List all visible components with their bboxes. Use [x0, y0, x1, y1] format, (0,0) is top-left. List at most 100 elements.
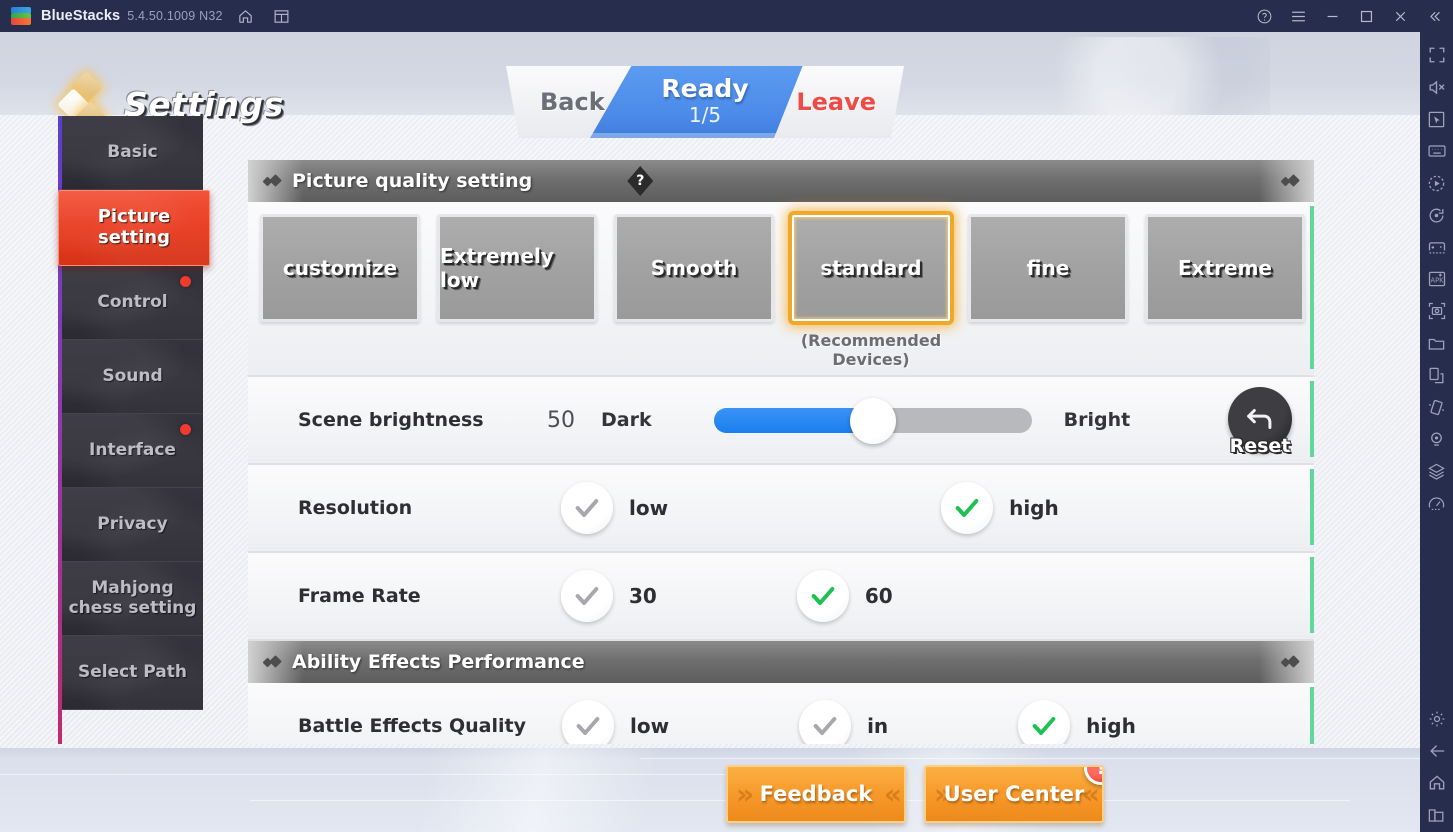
section-header-ability-effects: Ability Effects Performance — [248, 641, 1314, 683]
game-viewport: Settings Back Ready 1/5 Leave Basic Pict… — [0, 32, 1420, 832]
user-center-button[interactable]: » User Center « ! — [924, 765, 1104, 823]
settings-nav: Basic Picture setting Control Sound Inte… — [58, 116, 210, 744]
checkbox-unchecked-icon[interactable] — [561, 570, 613, 622]
chevron-right-icon: » — [736, 777, 754, 811]
footer-buttons: » Feedback « » User Center « ! — [726, 765, 1104, 823]
macro-icon[interactable] — [1423, 168, 1451, 198]
notification-dot — [180, 276, 191, 287]
sidebar-item-sound[interactable]: Sound — [62, 340, 203, 414]
nav-label: Interface — [89, 439, 176, 460]
preset-extreme[interactable]: Extreme — [1145, 214, 1305, 322]
help-icon[interactable] — [1251, 3, 1277, 29]
scene-brightness-row: Scene brightness 50 Dark Bright Reset — [248, 377, 1314, 465]
brightness-min-label: Dark — [601, 409, 652, 431]
battle-effects-quality-label: Battle Effects Quality — [298, 715, 526, 737]
user-center-button-label: User Center — [943, 782, 1085, 806]
multi-instance-icon[interactable] — [1423, 360, 1451, 390]
fullscreen-icon[interactable] — [1423, 40, 1451, 70]
resolution-row: Resolution low high — [248, 465, 1314, 553]
settings-panel: Picture quality setting ? customize Extr… — [248, 160, 1314, 744]
battle-effects-option-low[interactable]: low — [562, 700, 669, 744]
option-label: 30 — [629, 584, 657, 608]
bluestacks-logo-icon — [10, 5, 32, 27]
multi-instance-icon[interactable] — [269, 3, 295, 29]
resolution-option-high[interactable]: high — [941, 482, 1059, 534]
preset-standard-note: (Recommended Devices) — [800, 331, 942, 370]
recents-icon[interactable] — [1423, 800, 1451, 830]
sidebar-item-privacy[interactable]: Privacy — [62, 488, 203, 562]
checkbox-unchecked-icon[interactable] — [562, 700, 614, 744]
slider-knob[interactable] — [849, 398, 896, 444]
app-version: 5.4.50.1009 N32 — [127, 9, 223, 23]
game-bottom-backdrop — [0, 748, 1420, 832]
screenshot-icon[interactable] — [1423, 296, 1451, 326]
pointer-icon[interactable] — [1423, 104, 1451, 134]
frame-rate-option-30[interactable]: 30 — [561, 570, 657, 622]
sidebar-item-mahjong-chess-setting[interactable]: Mahjong chess setting — [62, 562, 203, 636]
collapse-icon[interactable] — [1421, 3, 1447, 29]
media-folder-icon[interactable] — [1423, 328, 1451, 358]
preset-label: customize — [282, 256, 398, 280]
preset-extremely-low[interactable]: Extremely low — [437, 214, 597, 322]
battle-effects-option-in[interactable]: in — [799, 700, 888, 744]
sidebar-item-picture-setting[interactable]: Picture setting — [58, 190, 210, 266]
section-title: Picture quality setting — [292, 170, 533, 192]
preset-smooth[interactable]: Smooth — [614, 214, 774, 322]
option-label: high — [1009, 496, 1059, 520]
preset-customize[interactable]: customize — [260, 214, 420, 322]
home-icon[interactable] — [233, 3, 259, 29]
home-icon[interactable] — [1423, 768, 1451, 798]
sidebar-item-interface[interactable]: Interface — [62, 414, 203, 488]
preset-fine[interactable]: fine — [968, 214, 1128, 322]
nav-label: Basic — [107, 141, 158, 162]
battle-effects-option-high[interactable]: high — [1018, 700, 1136, 744]
layers-icon[interactable] — [1423, 456, 1451, 486]
ready-count: 1/5 — [688, 102, 722, 127]
gamepad-icon[interactable] — [1423, 232, 1451, 262]
scene-brightness-label: Scene brightness — [298, 409, 484, 431]
preset-label: Smooth — [650, 256, 738, 280]
battle-effects-quality-row: Battle Effects Quality low in high — [248, 683, 1314, 744]
bluestacks-titlebar: BlueStacks 5.4.50.1009 N32 — [0, 0, 1453, 32]
location-icon[interactable] — [1423, 424, 1451, 454]
checkbox-checked-icon[interactable] — [796, 570, 849, 622]
nav-label: Mahjong chess setting — [68, 577, 197, 618]
menu-icon[interactable] — [1285, 3, 1311, 29]
preset-label: Extreme — [1178, 256, 1272, 280]
reset-button[interactable] — [1228, 387, 1292, 451]
settings-gear-icon[interactable] — [1423, 704, 1451, 734]
quality-presets-row: customize Extremely low Smooth standard — [248, 202, 1314, 377]
chevron-left-icon: « — [883, 777, 902, 811]
sidebar-item-control[interactable]: Control — [62, 266, 203, 340]
nav-label: Sound — [102, 365, 163, 386]
minimize-icon[interactable] — [1319, 3, 1345, 29]
shake-icon[interactable] — [1423, 392, 1451, 422]
undo-arrow-icon — [1247, 409, 1272, 429]
preset-standard[interactable]: standard — [788, 211, 954, 325]
checkbox-unchecked-icon[interactable] — [561, 482, 613, 534]
app-brand-name: BlueStacks — [41, 8, 121, 24]
back-icon[interactable] — [1423, 736, 1451, 766]
frame-rate-option-60[interactable]: 60 — [796, 570, 893, 622]
scene-brightness-slider[interactable] — [713, 398, 1032, 444]
install-apk-icon[interactable]: APK — [1423, 264, 1451, 294]
resolution-label: Resolution — [298, 497, 413, 519]
sidebar-item-select-path[interactable]: Select Path — [62, 636, 203, 710]
notification-dot — [180, 424, 191, 435]
feedback-button[interactable]: » Feedback « — [726, 765, 906, 823]
mute-icon[interactable] — [1423, 72, 1451, 102]
maximize-icon[interactable] — [1353, 3, 1379, 29]
checkbox-checked-icon[interactable] — [1018, 700, 1071, 744]
performance-icon[interactable] — [1423, 488, 1451, 518]
sidebar-item-basic[interactable]: Basic — [62, 116, 203, 190]
help-icon[interactable]: ? — [627, 166, 654, 196]
section-title: Ability Effects Performance — [292, 651, 585, 673]
checkbox-checked-icon[interactable] — [941, 482, 994, 534]
preset-label: Extremely low — [440, 244, 554, 292]
rotate-icon[interactable] — [1423, 200, 1451, 230]
close-icon[interactable] — [1387, 3, 1413, 29]
option-label: low — [630, 714, 670, 738]
keyboard-icon[interactable] — [1423, 136, 1451, 166]
checkbox-unchecked-icon[interactable] — [799, 700, 852, 744]
resolution-option-low[interactable]: low — [561, 482, 668, 534]
